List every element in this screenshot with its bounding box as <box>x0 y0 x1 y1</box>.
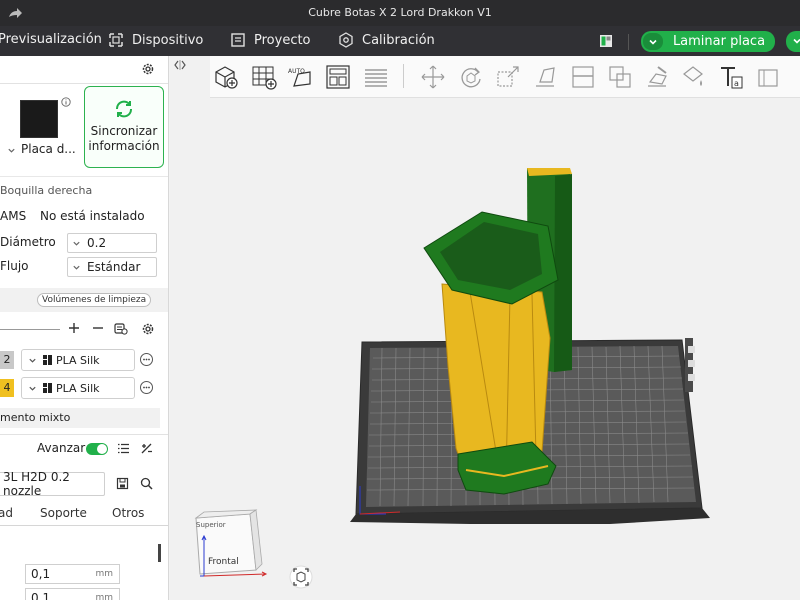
layout-icon[interactable] <box>599 34 613 48</box>
tab-preview[interactable]: Previsualización <box>0 32 102 47</box>
sync-label-2: información <box>88 139 160 153</box>
chevron-down-icon <box>29 386 36 391</box>
ams-value: No está instalado <box>40 209 145 223</box>
tab-support[interactable]: Soporte <box>40 506 87 520</box>
plate-marker <box>688 360 695 367</box>
plate-thumbnail[interactable] <box>20 100 58 138</box>
chevron-down-icon <box>793 38 800 44</box>
tab-others[interactable]: Otros <box>112 506 144 520</box>
advance-label: Avanzar <box>37 441 86 455</box>
view-cube-top-label: Superior <box>196 521 226 529</box>
sync-info-button[interactable]: Sincronizar información <box>84 86 164 168</box>
tab-preview-label: Previsualización <box>0 32 102 47</box>
layer-height-unit: mm <box>95 569 113 579</box>
tab-calibration-label: Calibración <box>362 32 435 48</box>
recenter-view-button[interactable] <box>289 565 313 589</box>
slice-dropdown-toggle[interactable] <box>643 33 663 50</box>
filament-2-number[interactable]: 4 <box>0 379 14 397</box>
filament-1-number[interactable]: 2 <box>0 351 14 369</box>
process-preset-select[interactable]: 3L H2D 0.2 nozzle <box>0 470 105 498</box>
flow-value: Estándar <box>87 260 141 274</box>
list-icon[interactable] <box>117 442 130 455</box>
search-icon[interactable] <box>140 477 153 490</box>
first-layer-height-field[interactable]: 0,1 mm <box>25 588 120 600</box>
view-cube-front-label: Frontal <box>208 557 239 567</box>
plate-label: Placa d... <box>21 142 76 156</box>
sync-icon <box>116 100 132 118</box>
tab-project[interactable]: Proyecto <box>230 32 311 48</box>
chevron-down-icon <box>73 265 80 270</box>
3d-viewport[interactable]: AUTO a Superior Frontal <box>170 56 800 600</box>
divider <box>0 434 168 435</box>
window-title: Cubre Botas X 2 Lord Drakkon V1 <box>308 6 492 19</box>
tab-device[interactable]: Dispositivo <box>108 32 203 48</box>
filament-2-name: PLA Silk <box>56 381 100 395</box>
filament-sync-icon[interactable] <box>114 321 128 335</box>
chevron-down-icon <box>29 358 36 363</box>
process-preset-value: 3L H2D 0.2 nozzle <box>3 470 70 498</box>
mixed-filament-bar[interactable]: mento mixto <box>0 408 160 428</box>
tab-project-label: Proyecto <box>254 32 311 48</box>
advance-toggle[interactable] <box>86 443 108 455</box>
gear-icon[interactable] <box>141 322 155 336</box>
left-panel: Placa d... Sincronizar información Boqui… <box>0 56 169 600</box>
plate-marker <box>688 374 695 381</box>
filament-1-more-icon[interactable] <box>140 353 153 366</box>
tab-device-label: Dispositivo <box>132 32 204 48</box>
flow-label: Flujo <box>0 259 29 273</box>
first-layer-height-unit: mm <box>95 593 113 600</box>
ams-label: AMS <box>0 209 27 223</box>
filament-brand-icon <box>43 383 52 393</box>
tab-quality[interactable]: ad <box>0 506 13 520</box>
3d-scene[interactable]: Superior Frontal <box>170 56 800 600</box>
flow-select[interactable]: Estándar <box>67 257 157 277</box>
device-icon <box>109 33 123 47</box>
slice-plate-button[interactable]: Laminar placa <box>641 31 775 52</box>
nozzle-title: Boquilla derecha <box>0 184 93 197</box>
filament-header-line <box>0 329 60 330</box>
nav-divider <box>628 34 629 50</box>
tab-calibration[interactable]: Calibración <box>338 32 435 48</box>
divider <box>0 83 168 84</box>
divider <box>0 176 168 177</box>
chevron-down-icon <box>8 148 15 153</box>
plate-marker <box>688 346 695 353</box>
diameter-value: 0.2 <box>87 236 107 250</box>
minus-icon[interactable] <box>92 322 104 334</box>
filament-brand-icon <box>43 355 52 365</box>
first-layer-height-value: 0,1 <box>31 591 51 600</box>
project-icon <box>231 33 245 47</box>
export-dropdown-button[interactable] <box>786 31 800 52</box>
filament-2-select[interactable]: PLA Silk <box>21 377 135 399</box>
filament-1-name: PLA Silk <box>56 353 100 367</box>
chevron-down-icon <box>73 241 80 246</box>
layer-height-field[interactable]: 0,1 mm <box>25 564 120 584</box>
diameter-select[interactable]: 0.2 <box>67 233 157 253</box>
mixed-filament-label: mento mixto <box>0 411 71 424</box>
compare-icon[interactable] <box>140 442 153 455</box>
filament-1-select[interactable]: PLA Silk <box>21 349 135 371</box>
info-icon[interactable] <box>61 97 71 107</box>
slice-plate-label: Laminar placa <box>672 34 766 49</box>
diameter-label: Diámetro <box>0 235 56 249</box>
top-navigation: Previsualización Dispositivo Proyecto Ca… <box>0 26 800 56</box>
chevron-down-icon <box>649 39 657 45</box>
sync-label-1: Sincronizar <box>90 124 158 138</box>
purge-volumes-button[interactable]: Volúmenes de limpieza <box>37 293 152 307</box>
calibration-icon <box>339 32 353 48</box>
title-bar: Cubre Botas X 2 Lord Drakkon V1 <box>0 0 800 26</box>
scrollbar-thumb[interactable] <box>158 544 161 562</box>
gear-icon[interactable] <box>141 62 155 76</box>
layer-height-value: 0,1 <box>31 567 51 581</box>
filament-2-more-icon[interactable] <box>140 381 153 394</box>
save-icon[interactable] <box>116 477 129 490</box>
divider <box>0 525 168 526</box>
plus-icon[interactable] <box>68 322 80 334</box>
